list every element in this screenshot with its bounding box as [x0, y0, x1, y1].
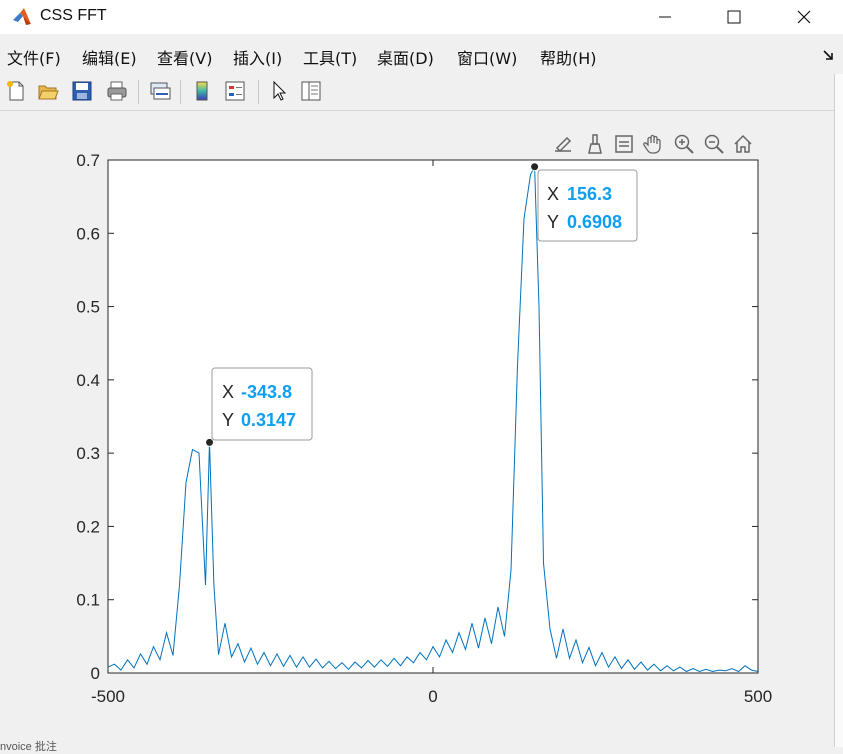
export-icon: [555, 136, 572, 153]
new-figure-icon: [7, 81, 24, 101]
title-bar: CSS FFT: [0, 0, 843, 34]
figure-canvas: [0, 111, 834, 747]
insert-legend-button[interactable]: [222, 78, 248, 104]
open-file-button[interactable]: [35, 78, 61, 104]
menu-insert[interactable]: 插入(I): [233, 45, 282, 69]
zoom-out-button[interactable]: [701, 131, 727, 157]
figure-toolbar: [0, 74, 843, 111]
data-tips-button[interactable]: [611, 131, 637, 157]
toolbar-separator: [258, 80, 259, 104]
window-edge: [834, 74, 843, 747]
brush-button[interactable]: [582, 131, 608, 157]
restore-view-button[interactable]: [730, 131, 756, 157]
save-button[interactable]: [69, 78, 95, 104]
save-icon: [72, 81, 92, 101]
window-title: CSS FFT: [40, 7, 107, 24]
print-button[interactable]: [104, 78, 130, 104]
matlab-logo-icon: [13, 8, 31, 25]
maximize-button[interactable]: [711, 0, 757, 34]
close-icon: [797, 10, 811, 24]
menu-view[interactable]: 查看(V): [157, 45, 212, 69]
menu-bar: 文件(F) 编辑(E) 查看(V) 插入(I) 工具(T) 桌面(D) 窗口(W…: [0, 40, 843, 70]
open-file-icon: [38, 85, 59, 100]
export-button[interactable]: [550, 131, 576, 157]
restore-view-home-icon: [734, 134, 752, 153]
edit-plot-button[interactable]: [266, 78, 292, 104]
menu-desktop[interactable]: 桌面(D): [377, 45, 434, 69]
dock-arrow-icon[interactable]: [821, 48, 835, 62]
property-inspector-icon: [301, 81, 321, 101]
maximize-icon: [727, 10, 741, 24]
print-icon: [107, 81, 127, 101]
minimize-button[interactable]: [642, 0, 688, 34]
edit-plot-arrow-icon: [273, 80, 287, 101]
link-plot-button[interactable]: [147, 78, 173, 104]
minimize-icon: [659, 16, 671, 18]
menu-help[interactable]: 帮助(H): [540, 45, 597, 69]
zoom-in-icon: [674, 134, 694, 154]
menu-tools[interactable]: 工具(T): [303, 45, 357, 69]
link-plot-icon: [150, 82, 171, 100]
property-inspector-button[interactable]: [298, 78, 324, 104]
pan-button[interactable]: [640, 131, 666, 157]
toolbar-separator: [138, 80, 139, 104]
brush-icon: [588, 134, 602, 154]
pan-hand-icon: [643, 134, 661, 154]
toolbar-separator: [180, 80, 181, 104]
data-tips-icon: [615, 135, 633, 153]
new-figure-button[interactable]: [3, 78, 29, 104]
zoom-in-button[interactable]: [671, 131, 697, 157]
menu-window[interactable]: 窗口(W): [457, 45, 517, 69]
footer-text: nvoice 批注: [0, 741, 57, 753]
insert-legend-icon: [225, 81, 245, 101]
menu-edit[interactable]: 编辑(E): [82, 45, 137, 69]
insert-colorbar-icon: [196, 81, 208, 101]
close-button[interactable]: [781, 0, 827, 34]
insert-colorbar-button[interactable]: [189, 78, 215, 104]
zoom-out-icon: [704, 134, 724, 154]
menu-file[interactable]: 文件(F): [7, 45, 61, 69]
